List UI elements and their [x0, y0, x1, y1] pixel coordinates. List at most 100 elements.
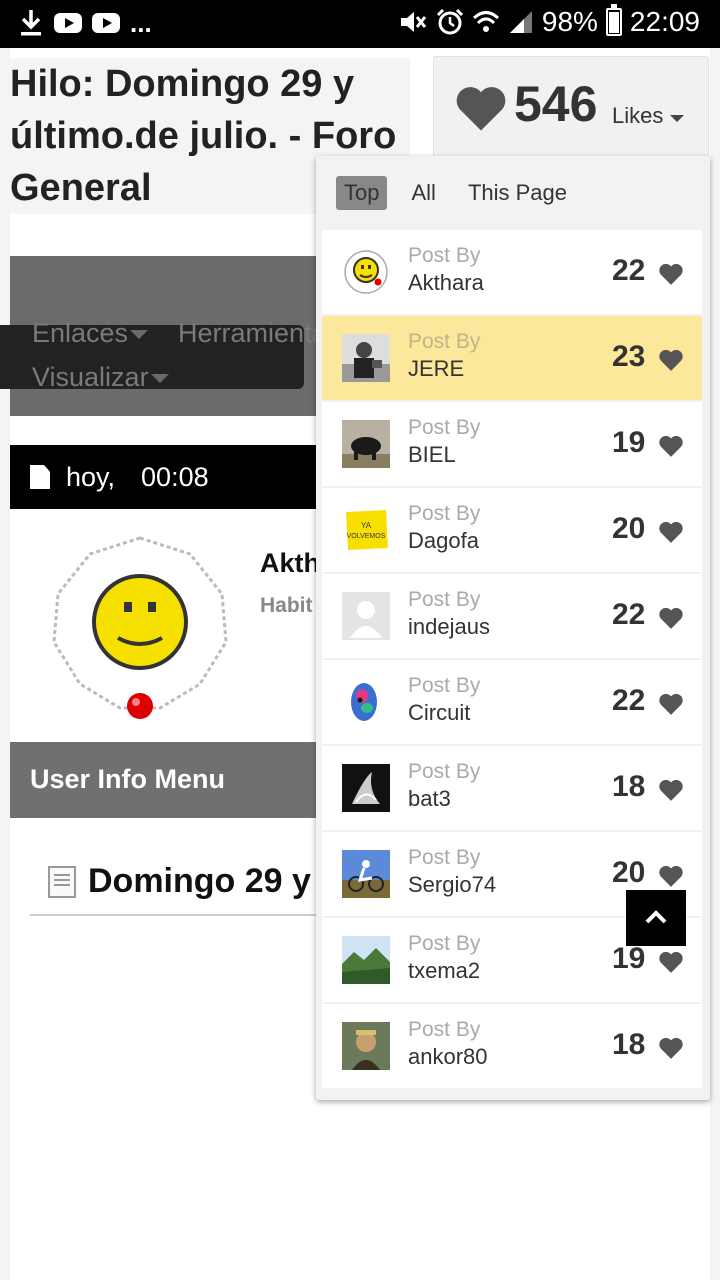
liker-name[interactable]: Sergio74 — [408, 872, 496, 898]
heart-icon — [659, 865, 683, 887]
status-bar: ... 98% 22:09 — [0, 0, 720, 48]
signal-icon — [509, 11, 532, 33]
chevron-down-icon — [130, 330, 149, 340]
youtube-icon — [54, 13, 82, 33]
likes-count: 546 — [514, 76, 598, 132]
post-icon — [48, 865, 76, 898]
like-count: 19 — [612, 942, 646, 975]
post-date-bar: hoy, 00:08 — [10, 445, 320, 509]
nav-enlaces[interactable]: Enlaces — [32, 318, 149, 349]
likes-list: Post By Akthara 22 Post By JERE 23 Post … — [322, 230, 702, 1090]
post-by-label: Post By — [408, 416, 481, 439]
like-count: 18 — [612, 770, 646, 803]
post-by-label: Post By — [408, 760, 481, 783]
post-by-label: Post By — [408, 244, 481, 267]
like-count: 22 — [612, 598, 646, 631]
avatar — [342, 420, 390, 468]
liker-name[interactable]: Akthara — [408, 270, 484, 296]
notification-icons: ... — [18, 8, 152, 38]
heart-icon — [659, 1037, 683, 1059]
liker-name[interactable]: Circuit — [408, 700, 470, 726]
nav-visualizar-label: Visualizar — [32, 362, 149, 392]
list-item[interactable]: YA VOLVEMOS Post By Dagofa 20 — [322, 488, 702, 572]
avatar — [342, 850, 390, 898]
liker-name[interactable]: bat3 — [408, 786, 451, 812]
like-count: 22 — [612, 684, 646, 717]
avatar — [342, 936, 390, 984]
post-date: hoy, — [66, 461, 116, 492]
divider — [30, 914, 320, 916]
nav-visualizar[interactable]: Visualizar — [32, 362, 169, 393]
user-info-menu[interactable]: User Info Menu — [10, 742, 320, 818]
like-count: 19 — [612, 426, 646, 459]
avatar[interactable] — [50, 532, 230, 722]
tab-this-page[interactable]: This Page — [460, 176, 575, 210]
heart-icon — [659, 693, 683, 715]
chevron-down-icon — [150, 374, 169, 384]
like-count: 22 — [612, 254, 646, 287]
heart-icon — [659, 779, 683, 801]
post-by-label: Post By — [408, 588, 481, 611]
download-icon — [21, 10, 41, 36]
heart-icon — [659, 435, 683, 457]
list-item[interactable]: Post By Akthara 22 — [322, 230, 702, 314]
chevron-down-icon — [670, 115, 684, 122]
heart-icon — [456, 87, 506, 131]
wifi-icon — [472, 11, 499, 32]
post-username[interactable]: Akth — [260, 548, 320, 579]
nav-herramientas[interactable]: Herramientas — [178, 318, 316, 349]
liker-name[interactable]: Dagofa — [408, 528, 479, 554]
liker-name[interactable]: ankor80 — [408, 1044, 488, 1070]
list-item[interactable]: Post By ankor80 18 — [322, 1004, 702, 1088]
likes-label: Likes — [612, 103, 664, 128]
list-item-highlighted[interactable]: Post By JERE 23 — [322, 316, 702, 400]
document-icon — [30, 465, 50, 489]
like-count: 20 — [612, 512, 646, 545]
avatar — [342, 1022, 390, 1070]
post-time: 00:08 — [141, 461, 209, 492]
post-by-label: Post By — [408, 1018, 481, 1041]
screen: ... 98% 22:09 Hilo: Domingo 29 y último.… — [0, 0, 720, 1280]
list-item[interactable]: Post By bat3 18 — [322, 746, 702, 830]
battery-icon — [605, 4, 622, 36]
liker-name[interactable]: JERE — [408, 356, 464, 382]
avatar — [342, 248, 390, 296]
post-by-label: Post By — [408, 846, 481, 869]
avatar: YA VOLVEMOS — [342, 506, 390, 554]
liker-name[interactable]: indejaus — [408, 614, 490, 640]
likes-button[interactable]: 546 Likes — [433, 56, 709, 166]
list-item[interactable]: Post By indejaus 22 — [322, 574, 702, 658]
heart-icon — [659, 521, 683, 543]
like-count: 23 — [612, 340, 646, 373]
heart-icon — [659, 607, 683, 629]
avatar — [342, 764, 390, 812]
nav-herramientas-label: Herramientas — [178, 318, 316, 348]
likes-dropdown: Top All This Page Post By Akthara 22 Pos… — [316, 156, 710, 1100]
like-count: 20 — [612, 856, 646, 889]
chevron-up-icon — [645, 910, 667, 924]
post-title: Domingo 29 y — [88, 862, 311, 900]
like-count: 18 — [612, 1028, 646, 1061]
avatar — [342, 592, 390, 640]
tab-all[interactable]: All — [403, 176, 443, 210]
sticky-note-text: YA — [361, 521, 372, 530]
battery-percent: 98% — [541, 6, 598, 37]
post-heading: Domingo 29 y — [48, 862, 311, 901]
alarm-icon — [436, 8, 463, 35]
post-by-label: Post By — [408, 932, 481, 955]
back-to-top-button[interactable] — [626, 890, 686, 946]
liker-name[interactable]: BIEL — [408, 442, 456, 468]
clock: 22:09 — [629, 6, 700, 37]
post-user-title: Habit — [260, 594, 313, 617]
post-by-label: Post By — [408, 674, 481, 697]
heart-icon — [659, 951, 683, 973]
heart-icon — [659, 263, 683, 285]
avatar — [342, 678, 390, 726]
list-item[interactable]: Post By BIEL 19 — [322, 402, 702, 486]
avatar — [342, 334, 390, 382]
list-item[interactable]: Post By Circuit 22 — [322, 660, 702, 744]
liker-name[interactable]: txema2 — [408, 958, 480, 984]
tab-top[interactable]: Top — [336, 176, 388, 210]
mute-icon — [400, 12, 427, 32]
nav-enlaces-label: Enlaces — [32, 318, 129, 348]
